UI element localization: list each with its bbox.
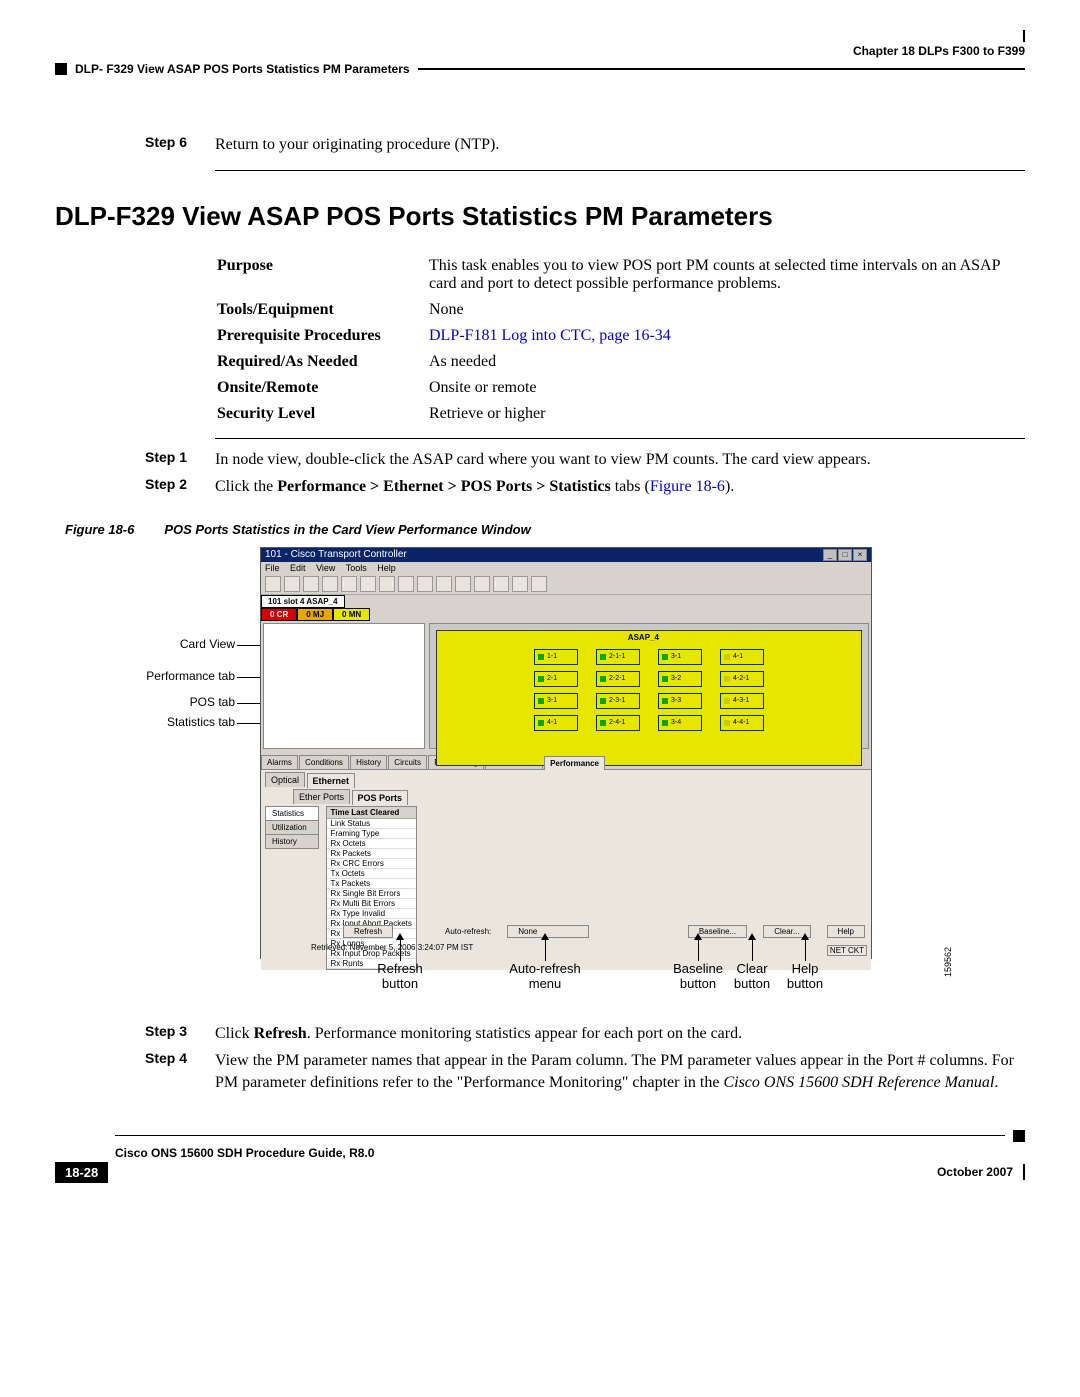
menu-bar[interactable]: File Edit View Tools Help: [261, 562, 871, 574]
tab-performance: Performance: [544, 756, 605, 770]
step1-label: Step 1: [145, 449, 215, 471]
required-label: Required/As Needed: [217, 350, 427, 374]
header-square: [55, 63, 67, 75]
step4-text: View the PM parameter names that appear …: [215, 1050, 1025, 1093]
figure-caption: Figure 18-6POS Ports Statistics in the C…: [65, 522, 1025, 537]
figure: Card View Performance tab POS tab Statis…: [115, 547, 935, 987]
page-number: 18-28: [55, 1162, 108, 1183]
page-title: DLP-F329 View ASAP POS Ports Statistics …: [55, 201, 1025, 232]
purpose-text: This task enables you to view POS port P…: [429, 254, 1023, 296]
footer-date: October 2007: [937, 1165, 1013, 1179]
slot-name: 101 slot 4 ASAP_4: [261, 595, 345, 608]
step2-label: Step 2: [145, 476, 215, 498]
alarm-mn: 0 MN: [333, 608, 370, 621]
step1-text: In node view, double-click the ASAP card…: [215, 449, 1025, 471]
security-text: Retrieve or higher: [429, 402, 1023, 426]
tools-label: Tools/Equipment: [217, 298, 427, 322]
refresh-button[interactable]: Refresh: [343, 925, 393, 938]
step3-label: Step 3: [145, 1023, 215, 1045]
figure-id: 159562: [943, 947, 953, 977]
divider: [215, 438, 1025, 439]
card-view-pane: [263, 623, 425, 749]
required-text: As needed: [429, 350, 1023, 374]
guide-title: Cisco ONS 15600 SDH Procedure Guide, R8.…: [55, 1146, 1025, 1160]
toolbar[interactable]: [261, 574, 871, 595]
step4-label: Step 4: [145, 1050, 215, 1093]
step3-text: Click Refresh. Performance monitoring st…: [215, 1023, 1025, 1045]
chassis: ASAP_4 1-1 2-1 3-1 4-1 2-1-1 2-2-1 2-3-1…: [436, 630, 862, 766]
security-label: Security Level: [217, 402, 427, 426]
step6-label: Step 6: [145, 134, 215, 156]
callout-refresh: Refresh button: [365, 961, 435, 991]
callout-pos-tab: POS tab: [115, 695, 235, 709]
meta-table: Purpose This task enables you to view PO…: [215, 252, 1025, 428]
netckt-label: NET CKT: [827, 945, 867, 956]
callout-clear: Clear button: [727, 961, 777, 991]
section-header: DLP- F329 View ASAP POS Ports Statistics…: [75, 62, 410, 76]
callout-auto-refresh: Auto-refresh menu: [500, 961, 590, 991]
step6-text: Return to your originating procedure (NT…: [215, 134, 1025, 156]
window-title: 101 - Cisco Transport Controller: [265, 549, 407, 561]
prereq-label: Prerequisite Procedures: [217, 324, 427, 348]
ctc-window: 101 - Cisco Transport Controller _□× Fil…: [260, 547, 872, 959]
figure-ref-link[interactable]: Figure 18-6: [650, 478, 725, 495]
step2-text: Click the Performance > Ethernet > POS P…: [215, 476, 1025, 498]
tools-text: None: [429, 298, 1023, 322]
window-controls[interactable]: _□×: [822, 549, 867, 561]
alarm-mj: 0 MJ: [297, 608, 333, 621]
callout-help: Help button: [780, 961, 830, 991]
callout-baseline: Baseline button: [663, 961, 733, 991]
footer-square-icon: [1013, 1130, 1025, 1142]
onsite-text: Onsite or remote: [429, 376, 1023, 400]
alarm-cr: 0 CR: [261, 608, 297, 621]
tab-statistics: Statistics: [265, 806, 319, 821]
callout-statistics-tab: Statistics tab: [115, 715, 235, 729]
help-button[interactable]: Help: [827, 925, 865, 938]
callout-card-view: Card View: [115, 637, 235, 651]
callout-performance-tab: Performance tab: [115, 669, 235, 683]
retrieved-label: Retrieved: November 5, 2006 3:24:07 PM I…: [311, 943, 473, 952]
footer-tick-icon: [1023, 1164, 1025, 1180]
chapter-header: Chapter 18 DLPs F300 to F399: [55, 44, 1025, 58]
divider: [215, 170, 1025, 171]
onsite-label: Onsite/Remote: [217, 376, 427, 400]
tab-pos-ports: POS Ports: [352, 790, 409, 805]
purpose-label: Purpose: [217, 254, 427, 296]
prereq-link[interactable]: DLP-F181 Log into CTC, page 16-34: [429, 327, 671, 344]
